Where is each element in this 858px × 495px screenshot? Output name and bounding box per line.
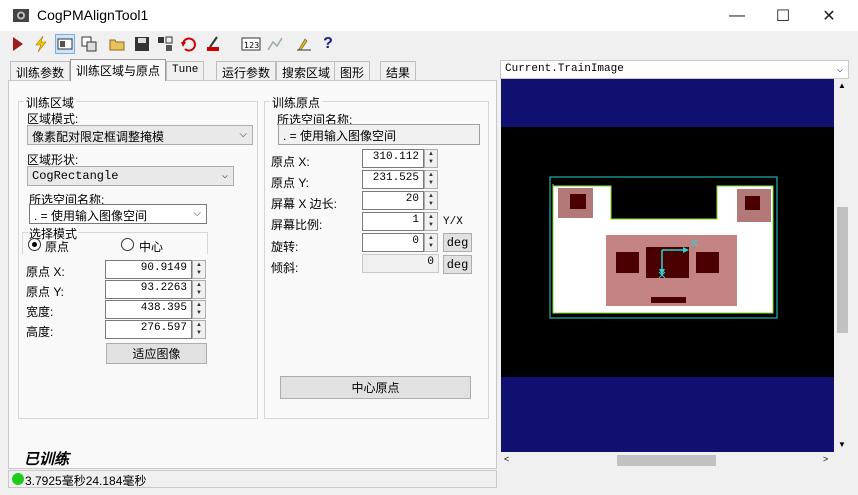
region-space-value: . = 使用输入图像空间 (34, 209, 148, 223)
tab-tune[interactable]: Tune (166, 61, 205, 80)
rotation-deg-button[interactable]: deg (443, 233, 472, 252)
numeric-display-icon[interactable]: 123 (240, 34, 262, 54)
train-origin-y-input[interactable]: 231.525 (362, 170, 424, 189)
ratio-unit-label: Y/X (443, 216, 463, 228)
tab-graphics[interactable]: 图形 (334, 61, 371, 80)
chevron-down-icon: ⌵ (836, 65, 843, 76)
window-title: CogPMAlignTool1 (37, 7, 149, 23)
width-label: 宽度: (26, 305, 54, 319)
app-icon (13, 9, 29, 22)
skew-deg-button[interactable]: deg (443, 255, 472, 274)
display-mode-icon[interactable] (55, 34, 75, 54)
origin-y-label: 原点 Y: (26, 285, 65, 299)
rotation-spinner[interactable]: ▲ ▼ (424, 233, 438, 252)
vertical-scrollbar[interactable]: ▲ ▼ (834, 79, 850, 452)
scroll-left-icon[interactable]: < (504, 454, 509, 464)
radio-origin[interactable] (28, 238, 41, 251)
width-spinner[interactable]: ▲ ▼ (192, 300, 206, 319)
timing-text: 3.7925毫秒24.184毫秒 (25, 474, 147, 488)
status-bar: 3.7925毫秒24.184毫秒 (8, 470, 497, 488)
edit-graph-icon[interactable] (294, 34, 314, 54)
close-button[interactable]: ✕ (806, 0, 852, 31)
chevron-down-icon: ⌵ (239, 129, 247, 140)
screen-ratio-spinner[interactable]: ▲ ▼ (424, 212, 438, 231)
run-icon[interactable] (8, 34, 28, 54)
radio-center-label: 中心 (139, 240, 164, 254)
fit-image-button[interactable]: 适应图像 (106, 343, 207, 364)
skew-label: 倾斜: (271, 261, 299, 275)
vertical-scroll-thumb[interactable] (837, 207, 848, 333)
train-image-canvas (501, 127, 834, 377)
chevron-down-icon: ⌵ (221, 171, 228, 182)
image-source-icon[interactable] (79, 34, 99, 54)
screen-x-length-input[interactable]: 20 (362, 191, 424, 210)
train-origin-x-spinner[interactable]: ▲ ▼ (424, 149, 438, 168)
svg-text:123: 123 (244, 41, 259, 50)
toolbar: 123 ? (0, 31, 858, 58)
center-origin-button[interactable]: 中心原点 (280, 376, 471, 399)
region-space-dropdown[interactable]: . = 使用输入图像空间 ⌵ (29, 204, 207, 224)
radio-origin-label: 原点 (45, 240, 70, 254)
tab-results[interactable]: 结果 (380, 61, 417, 80)
height-input[interactable]: 276.597 (105, 320, 192, 339)
horizontal-scroll-thumb[interactable] (617, 455, 716, 466)
image-selector[interactable]: Current.TrainImage ⌵ (500, 60, 849, 79)
grid-icon[interactable] (155, 34, 175, 54)
origin-x-spinner[interactable]: ▲ ▼ (192, 260, 206, 279)
tab-run-params[interactable]: 运行参数 (216, 61, 277, 80)
screen-ratio-label: 屏幕比例: (271, 218, 323, 232)
chevron-down-icon: ⌵ (193, 208, 201, 219)
reset-icon[interactable] (179, 34, 199, 54)
screen-ratio-input[interactable]: 1 (362, 212, 424, 231)
lightning-icon[interactable] (31, 34, 51, 54)
tab-search-region[interactable]: 搜索区域 (276, 61, 337, 80)
screen-x-length-label: 屏幕 X 边长: (271, 197, 338, 211)
train-origin-x-label: 原点 X: (271, 155, 310, 169)
origin-y-spinner[interactable]: ▲ ▼ (192, 280, 206, 299)
scroll-down-icon[interactable]: ▼ (838, 440, 846, 449)
rotation-input[interactable]: 0 (362, 233, 424, 252)
width-input[interactable]: 438.395 (105, 300, 192, 319)
minimize-button[interactable]: — (714, 0, 760, 31)
screen-x-length-spinner[interactable]: ▲ ▼ (424, 191, 438, 210)
maximize-button[interactable]: ☐ (760, 0, 806, 31)
radio-center[interactable] (121, 238, 134, 251)
training-region-title: 训练区域 (24, 94, 77, 111)
train-origin-y-spinner[interactable]: ▲ ▼ (424, 170, 438, 189)
image-display[interactable] (501, 79, 834, 452)
region-mode-value: 像素配对限定框调整掩模 (32, 130, 165, 144)
training-origin-title: 训练原点 (270, 94, 323, 111)
region-shape-value: CogRectangle (32, 169, 119, 183)
rotation-label: 旋转: (271, 240, 299, 254)
scroll-right-icon[interactable]: > (823, 454, 828, 464)
tab-train-params[interactable]: 训练参数 (10, 61, 71, 80)
help-icon[interactable]: ? (318, 34, 338, 54)
trained-status: 已训练 (24, 451, 70, 468)
region-shape-dropdown[interactable]: CogRectangle ⌵ (27, 166, 234, 186)
status-indicator-icon (12, 473, 24, 485)
region-mode-dropdown[interactable]: 像素配对限定框调整掩模 ⌵ (27, 125, 253, 145)
save-icon[interactable] (132, 34, 152, 54)
horizontal-scrollbar[interactable]: < > (501, 452, 834, 469)
origin-x-input[interactable]: 90.9149 (105, 260, 192, 279)
title-bar: CogPMAlignTool1 — ☐ ✕ (0, 0, 858, 31)
origin-y-input[interactable]: 93.2263 (105, 280, 192, 299)
scroll-up-icon[interactable]: ▲ (838, 81, 846, 90)
train-origin-y-label: 原点 Y: (271, 176, 310, 190)
train-origin-x-input[interactable]: 310.112 (362, 149, 424, 168)
height-label: 高度: (26, 325, 54, 339)
image-selector-value: Current.TrainImage (505, 63, 624, 75)
skew-input: 0 (362, 254, 439, 273)
tab-train-region-origin[interactable]: 训练区域与原点 (70, 59, 167, 81)
origin-x-label: 原点 X: (26, 265, 65, 279)
height-spinner[interactable]: ▲ ▼ (192, 320, 206, 339)
open-icon[interactable] (108, 34, 128, 54)
graphics-icon (265, 34, 285, 54)
origin-space-value: . = 使用输入图像空间 (278, 124, 480, 145)
train-icon[interactable] (203, 34, 223, 54)
